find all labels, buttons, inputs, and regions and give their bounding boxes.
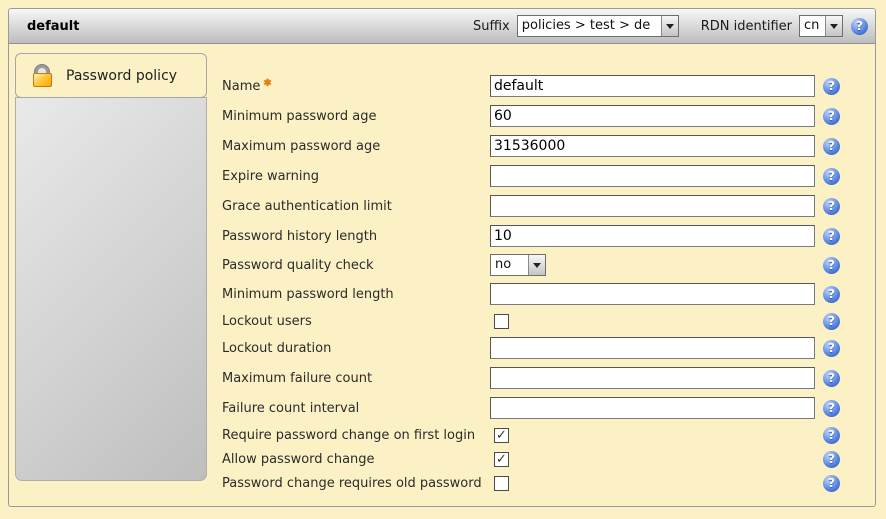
field-control: no — [490, 254, 815, 276]
field-label: Name✱ — [222, 78, 490, 94]
minimum-password-age-input[interactable] — [490, 105, 815, 127]
form-row-maximum-password-age: Maximum password age? — [222, 131, 862, 161]
chevron-down-icon[interactable] — [661, 16, 678, 36]
grace-authentication-limit-input[interactable] — [490, 195, 815, 217]
form-row-require-password-change-on-first-login: Require password change on first login ✓? — [222, 423, 862, 447]
help-icon[interactable]: ? — [823, 427, 840, 444]
field-label: Lockout duration — [222, 341, 490, 356]
require-password-change-on-first-login-checkbox[interactable]: ✓ — [494, 428, 509, 443]
help-icon[interactable]: ? — [823, 451, 840, 468]
form-row-failure-count-interval: Failure count interval? — [222, 393, 862, 423]
name-input[interactable] — [490, 75, 815, 97]
field-control — [490, 165, 815, 187]
help-icon[interactable]: ? — [823, 340, 840, 357]
title-bar-controls: Suffix policies > test > de RDN identifi… — [473, 15, 875, 37]
field-control — [490, 195, 815, 217]
rdn-identifier-label: RDN identifier — [701, 19, 792, 34]
field-control — [490, 283, 815, 305]
field-label: Require password change on first login — [222, 428, 490, 443]
field-label: Password history length — [222, 229, 490, 244]
help-icon[interactable]: ? — [851, 18, 868, 35]
form-row-lockout-duration: Lockout duration? — [222, 333, 862, 363]
rdn-select-value: cn — [800, 16, 825, 36]
form-row-expire-warning: Expire warning? — [222, 161, 862, 191]
chevron-down-icon[interactable] — [528, 255, 545, 275]
form-row-lockout-users: Lockout users? — [222, 309, 862, 333]
sidebar: Password policy — [15, 53, 207, 481]
lockout-duration-input[interactable] — [490, 337, 815, 359]
field-control — [490, 225, 815, 247]
help-icon[interactable]: ? — [823, 138, 840, 155]
lock-icon — [33, 65, 52, 87]
required-icon: ✱ — [263, 78, 271, 89]
help-icon[interactable]: ? — [823, 400, 840, 417]
help-icon[interactable]: ? — [823, 313, 840, 330]
suffix-label: Suffix — [473, 19, 510, 34]
field-label: Maximum failure count — [222, 371, 490, 386]
lockout-users-checkbox[interactable] — [494, 314, 509, 329]
field-control — [490, 367, 815, 389]
field-control: ✓ — [490, 428, 815, 443]
allow-password-change-checkbox[interactable]: ✓ — [494, 452, 509, 467]
help-icon[interactable]: ? — [823, 228, 840, 245]
form-row-grace-authentication-limit: Grace authentication limit? — [222, 191, 862, 221]
field-label: Failure count interval — [222, 401, 490, 416]
field-control — [490, 75, 815, 97]
chevron-down-icon[interactable] — [825, 16, 842, 36]
field-control — [490, 476, 815, 491]
help-icon[interactable]: ? — [823, 108, 840, 125]
form-row-minimum-password-age: Minimum password age? — [222, 101, 862, 131]
help-icon[interactable]: ? — [823, 168, 840, 185]
field-control — [490, 135, 815, 157]
field-control — [490, 314, 815, 329]
suffix-select[interactable]: policies > test > de — [517, 15, 679, 37]
password-change-requires-old-password-checkbox[interactable] — [494, 476, 509, 491]
help-icon[interactable]: ? — [823, 78, 840, 95]
form-row-password-quality-check: Password quality checkno? — [222, 251, 862, 279]
password-quality-check-select[interactable]: no — [490, 254, 546, 276]
select-value: no — [491, 255, 528, 275]
field-control — [490, 397, 815, 419]
form-row-password-history-length: Password history length? — [222, 221, 862, 251]
form-row-password-change-requires-old-password: Password change requires old password? — [222, 471, 862, 495]
form-row-minimum-password-length: Minimum password length? — [222, 279, 862, 309]
field-label: Lockout users — [222, 314, 490, 329]
sidebar-panel — [15, 97, 207, 481]
field-control — [490, 337, 815, 359]
password-policy-window: default Suffix policies > test > de RDN … — [8, 8, 876, 507]
field-label: Password quality check — [222, 258, 490, 273]
field-control — [490, 105, 815, 127]
field-label: Allow password change — [222, 452, 490, 467]
help-icon[interactable]: ? — [823, 370, 840, 387]
field-label: Grace authentication limit — [222, 199, 490, 214]
field-label: Expire warning — [222, 169, 490, 184]
page-title: default — [9, 19, 79, 34]
field-label: Maximum password age — [222, 139, 490, 154]
field-label: Minimum password age — [222, 109, 490, 124]
sidebar-tab-password-policy[interactable]: Password policy — [15, 53, 207, 98]
help-icon[interactable]: ? — [823, 475, 840, 492]
minimum-password-length-input[interactable] — [490, 283, 815, 305]
form-row-allow-password-change: Allow password change ✓? — [222, 447, 862, 471]
form-row-maximum-failure-count: Maximum failure count? — [222, 363, 862, 393]
maximum-password-age-input[interactable] — [490, 135, 815, 157]
help-icon[interactable]: ? — [823, 198, 840, 215]
sidebar-tab-label: Password policy — [66, 68, 177, 84]
rdn-identifier-select[interactable]: cn — [799, 15, 843, 37]
form-row-name: Name✱? — [222, 71, 862, 101]
maximum-failure-count-input[interactable] — [490, 367, 815, 389]
field-label: Password change requires old password — [222, 476, 490, 491]
help-icon[interactable]: ? — [823, 257, 840, 274]
failure-count-interval-input[interactable] — [490, 397, 815, 419]
help-icon[interactable]: ? — [823, 286, 840, 303]
expire-warning-input[interactable] — [490, 165, 815, 187]
password-history-length-input[interactable] — [490, 225, 815, 247]
field-label: Minimum password length — [222, 287, 490, 302]
suffix-select-value: policies > test > de — [518, 16, 661, 36]
title-bar: default Suffix policies > test > de RDN … — [9, 9, 875, 44]
field-control: ✓ — [490, 452, 815, 467]
form-rows: Name✱?Minimum password age?Maximum passw… — [222, 71, 862, 495]
